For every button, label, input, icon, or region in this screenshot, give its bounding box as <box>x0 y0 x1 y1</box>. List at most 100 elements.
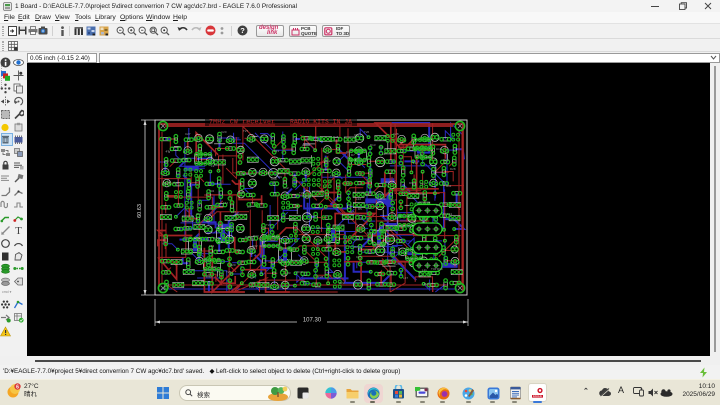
svg-text:R15: R15 <box>280 159 286 163</box>
svg-text:D11: D11 <box>419 192 425 196</box>
svg-text:R32: R32 <box>252 244 258 248</box>
svg-text:T28: T28 <box>318 275 324 279</box>
svg-text:L14: L14 <box>209 244 214 248</box>
svg-text:L5: L5 <box>278 285 282 289</box>
svg-text:T9: T9 <box>392 169 396 173</box>
svg-text:6: 6 <box>16 384 19 390</box>
svg-text:L34: L34 <box>447 212 452 216</box>
svg-text:C12: C12 <box>283 186 289 190</box>
svg-text:C16: C16 <box>272 235 278 239</box>
svg-text:R36: R36 <box>173 181 179 185</box>
svg-text:D5: D5 <box>358 207 362 211</box>
svg-text:T25: T25 <box>235 248 241 252</box>
svg-text:L37: L37 <box>403 276 408 280</box>
svg-text:R17: R17 <box>443 158 449 162</box>
svg-text:R29: R29 <box>417 153 423 157</box>
svg-text:L4: L4 <box>382 152 386 156</box>
svg-text:R29: R29 <box>424 282 430 286</box>
svg-text:D37: D37 <box>250 281 256 285</box>
svg-text:D19: D19 <box>317 226 323 230</box>
svg-text:T32: T32 <box>431 267 437 271</box>
svg-text:L12: L12 <box>413 161 418 165</box>
svg-text:7MHz CW receiver: 7MHz CW receiver <box>209 119 275 126</box>
svg-text:60.63: 60.63 <box>137 204 143 218</box>
svg-text:C33: C33 <box>206 275 212 279</box>
svg-text:L26: L26 <box>231 210 236 214</box>
svg-text:C10: C10 <box>436 147 442 151</box>
svg-text:T36: T36 <box>299 191 305 195</box>
svg-text:R40: R40 <box>211 265 217 269</box>
svg-text:C24: C24 <box>394 262 400 266</box>
svg-text:T4: T4 <box>201 279 205 283</box>
svg-text:D6: D6 <box>165 159 169 163</box>
svg-text:T8: T8 <box>330 174 334 178</box>
svg-text:107.30: 107.30 <box>303 318 322 324</box>
svg-text:C13: C13 <box>289 217 295 221</box>
svg-text:L13: L13 <box>274 149 279 153</box>
svg-text:D19: D19 <box>437 267 443 271</box>
svg-text:C9: C9 <box>436 203 440 207</box>
svg-text:R22: R22 <box>339 281 345 285</box>
svg-text:D28: D28 <box>450 167 456 171</box>
svg-text:EAGLE: EAGLE <box>533 394 542 398</box>
svg-text:C11: C11 <box>354 133 360 137</box>
svg-text:?: ? <box>240 26 245 35</box>
svg-text:R17: R17 <box>391 198 397 202</box>
svg-text:D12: D12 <box>325 159 331 163</box>
svg-text:C28: C28 <box>393 132 399 136</box>
svg-text:D6: D6 <box>327 244 331 248</box>
svg-text:R9: R9 <box>379 145 383 149</box>
svg-text:L10: L10 <box>249 285 254 289</box>
svg-text:+V: +V <box>165 149 171 154</box>
svg-text:L25: L25 <box>279 258 284 262</box>
svg-text:C25: C25 <box>356 255 362 259</box>
svg-text:R20: R20 <box>230 263 236 267</box>
svg-text:T27: T27 <box>243 129 249 133</box>
svg-text:R25: R25 <box>333 135 339 139</box>
svg-text:C15: C15 <box>349 210 355 214</box>
svg-text:R11: R11 <box>446 184 452 188</box>
svg-text:D10: D10 <box>399 224 405 228</box>
svg-text:L16: L16 <box>426 155 431 159</box>
svg-text:T26: T26 <box>364 130 370 134</box>
svg-text:C20: C20 <box>221 130 227 134</box>
svg-text:R7: R7 <box>385 180 389 184</box>
svg-text:C28: C28 <box>300 257 306 261</box>
svg-text:D13: D13 <box>370 143 376 147</box>
svg-text:T1: T1 <box>217 139 221 143</box>
svg-text:R8: R8 <box>365 193 369 197</box>
svg-text:D40: D40 <box>245 235 251 239</box>
svg-text:C34: C34 <box>196 212 202 216</box>
svg-text:ANT: ANT <box>162 181 171 186</box>
svg-text:D7: D7 <box>351 153 355 157</box>
svg-text:D6: D6 <box>367 231 371 235</box>
svg-text:D1: D1 <box>346 150 350 154</box>
svg-text:C38: C38 <box>271 177 277 181</box>
svg-text:D35: D35 <box>260 244 266 248</box>
svg-text:L9: L9 <box>211 164 215 168</box>
svg-text:T14: T14 <box>194 236 200 240</box>
svg-text:T21: T21 <box>315 139 321 143</box>
svg-text:L1: L1 <box>413 182 417 186</box>
svg-text:C19: C19 <box>181 157 187 161</box>
svg-text:C33: C33 <box>285 271 291 275</box>
svg-text:RADIO KITS IN JA: RADIO KITS IN JA <box>290 119 352 126</box>
svg-text:T: T <box>15 225 22 236</box>
svg-text:R34: R34 <box>213 236 219 240</box>
svg-text:L36: L36 <box>380 244 385 248</box>
svg-text:T19: T19 <box>420 182 426 186</box>
svg-text:T34: T34 <box>209 189 215 193</box>
svg-text:D30: D30 <box>297 270 303 274</box>
svg-text:T33: T33 <box>302 224 308 228</box>
svg-text:C3: C3 <box>247 205 251 209</box>
svg-text:R16: R16 <box>315 285 321 289</box>
svg-text:R12: R12 <box>285 241 291 245</box>
svg-text:R27: R27 <box>354 245 360 249</box>
svg-text:C40: C40 <box>317 238 323 242</box>
svg-text:T25: T25 <box>226 270 232 274</box>
svg-text:L11: L11 <box>422 268 427 272</box>
svg-text:L22: L22 <box>356 197 361 201</box>
svg-text:T5: T5 <box>304 170 308 174</box>
svg-text:R25: R25 <box>385 240 391 244</box>
svg-text:R9: R9 <box>278 175 282 179</box>
